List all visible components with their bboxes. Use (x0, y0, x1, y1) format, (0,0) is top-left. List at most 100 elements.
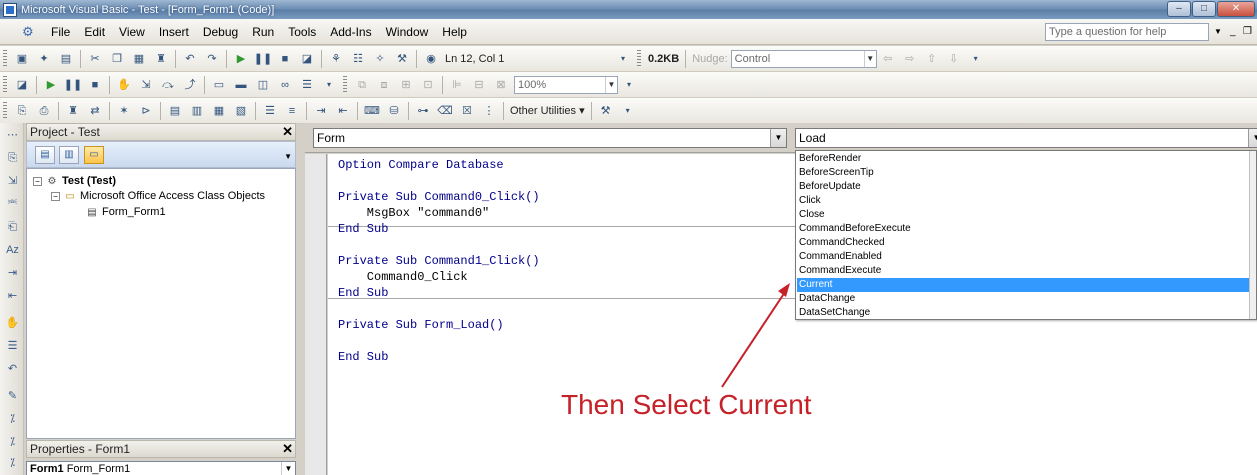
toolbar-grip[interactable] (637, 49, 641, 68)
report-icon[interactable]: ▥ (188, 102, 206, 120)
module-icon[interactable]: ▦ (210, 102, 228, 120)
copy-icon[interactable]: ❐ (108, 50, 126, 68)
zoom-combo[interactable]: 100% ▼ (514, 75, 618, 94)
view-object-icon[interactable]: ▥ (59, 146, 79, 164)
code-line[interactable]: Private Sub Form_Load() (338, 317, 504, 333)
nudge-up-icon[interactable]: ⇧ (923, 50, 941, 68)
procedure-combo[interactable]: Load ▼ (795, 128, 1257, 148)
nudge-down-icon[interactable]: ⇩ (945, 50, 963, 68)
close-button[interactable]: ✕ (1217, 1, 1255, 17)
toolbar-options-icon[interactable]: ▾ (620, 76, 638, 94)
menu-view[interactable]: View (112, 22, 152, 42)
menu-help[interactable]: Help (435, 22, 474, 42)
outdent-icon[interactable]: ⇤ (4, 288, 21, 305)
chevron-down-icon[interactable]: ▼ (1248, 129, 1257, 147)
properties-pane-close-icon[interactable]: ✕ (282, 441, 293, 457)
eraser-icon[interactable]: ⌫ (436, 102, 454, 120)
reset-code-icon[interactable]: ☒ (458, 102, 476, 120)
design-icon[interactable]: ◪ (13, 76, 31, 94)
chevron-down-icon[interactable]: ▼ (770, 129, 786, 147)
numbered-list-icon[interactable]: ≡ (283, 102, 301, 120)
menu-edit[interactable]: Edit (77, 22, 112, 42)
uncomment-block-icon[interactable]: ⇲ (4, 173, 21, 190)
toolbar-options-icon[interactable]: ▾ (614, 50, 632, 68)
tree-node-module[interactable]: ▤ Form_Form1 (85, 205, 165, 219)
project-explorer-icon[interactable]: ⚘ (327, 50, 345, 68)
tools-icon[interactable]: ⚒ (597, 102, 615, 120)
prev-bookmark-icon[interactable]: ⁒ (4, 434, 21, 451)
toolbar-grip[interactable] (3, 101, 7, 120)
procedure-list-item[interactable]: BeforeUpdate (797, 180, 1249, 194)
project-pane-close-icon[interactable]: ✕ (282, 124, 293, 140)
quick-watch-icon[interactable]: ∞ (276, 76, 294, 94)
magic-wand-icon[interactable]: ✶ (115, 102, 133, 120)
run-icon[interactable]: ▶ (42, 76, 60, 94)
align-lefts-icon[interactable]: ⊫ (448, 76, 466, 94)
mdi-minimize-button[interactable]: _ (1230, 23, 1236, 41)
view-access-icon[interactable]: ▣ (13, 50, 31, 68)
clear-bookmarks-icon[interactable]: ⁒ (4, 455, 21, 472)
collapse-icon[interactable]: − (33, 176, 42, 186)
step-over-icon[interactable]: ⤼ (159, 76, 177, 94)
chevron-down-icon[interactable]: ▼ (284, 152, 292, 161)
code-line[interactable]: Private Sub Command1_Click() (338, 253, 540, 269)
tree-node-folder[interactable]: − ▭ Microsoft Office Access Class Object… (51, 189, 265, 203)
help-dropdown-icon[interactable]: ▼ (1211, 23, 1225, 41)
code-line[interactable]: End Sub (338, 349, 388, 365)
nudge-left-icon[interactable]: ⇦ (879, 50, 897, 68)
watch-window-icon[interactable]: ◫ (254, 76, 272, 94)
toolbar-options-icon[interactable]: ▾ (619, 102, 637, 120)
cut-icon[interactable]: ✂ (86, 50, 104, 68)
align-2-icon[interactable]: ⧈ (375, 76, 393, 94)
grip-icon[interactable]: ⋯ (4, 127, 21, 144)
print-icon[interactable]: ⎙ (35, 102, 53, 120)
save-icon[interactable]: ▤ (57, 50, 75, 68)
code-line[interactable]: Command0_Click (338, 269, 468, 285)
code-line[interactable]: End Sub (338, 221, 388, 237)
redo-icon[interactable]: ↷ (203, 50, 221, 68)
undo-icon[interactable]: ↶ (181, 50, 199, 68)
network-icon[interactable]: ⊶ (414, 102, 432, 120)
break-icon[interactable]: ❚❚ (64, 76, 82, 94)
indent-icon[interactable]: ⇥ (312, 102, 330, 120)
design-mode-icon[interactable]: ◪ (298, 50, 316, 68)
database-icon[interactable]: ⛁ (385, 102, 403, 120)
toggle-folders-icon[interactable]: ▭ (84, 146, 104, 164)
insert-module-icon[interactable]: ✦ (35, 50, 53, 68)
list-scrollbar[interactable] (1249, 151, 1256, 319)
menu-debug[interactable]: Debug (196, 22, 245, 42)
procedure-list-item[interactable]: DataSetChange (797, 306, 1249, 320)
immediate-window-icon[interactable]: ▬ (232, 76, 250, 94)
menu-run[interactable]: Run (245, 22, 281, 42)
procedure-list-item[interactable]: CommandEnabled (797, 250, 1249, 264)
call-stack-icon[interactable]: ☰ (298, 76, 316, 94)
bullet-list-icon[interactable]: ☰ (261, 102, 279, 120)
toolbar-options-icon[interactable]: ▾ (320, 76, 338, 94)
size-icon[interactable]: ⊡ (419, 76, 437, 94)
tag-icon[interactable]: ⎗ (4, 219, 21, 236)
procedure-list-item[interactable]: Click (797, 194, 1249, 208)
code-line[interactable]: MsgBox "command0" (338, 205, 489, 221)
procedure-list-item[interactable]: CommandBeforeExecute (797, 222, 1249, 236)
toolbar-grip[interactable] (343, 75, 347, 94)
menu-insert[interactable]: Insert (152, 22, 196, 42)
minimize-button[interactable]: – (1167, 1, 1191, 17)
object-browser-icon[interactable]: ✧ (371, 50, 389, 68)
procedure-list-item[interactable]: Current (797, 278, 1249, 292)
toolbar-grip[interactable] (3, 49, 7, 68)
outdent-icon[interactable]: ⇤ (334, 102, 352, 120)
code-margin[interactable] (305, 154, 327, 475)
tree-node-project[interactable]: − ⚙ Test (Test) (33, 174, 116, 188)
code-line[interactable]: Option Compare Database (338, 157, 504, 173)
group-icon[interactable]: ⊟ (470, 76, 488, 94)
comment-icon[interactable]: ☰ (4, 338, 21, 355)
step-out-icon[interactable]: ⤴ (181, 76, 199, 94)
procedure-list-item[interactable]: DataChange (797, 292, 1249, 306)
nudge-combo[interactable]: Control ▼ (730, 49, 877, 68)
insert-icon[interactable]: ⎃ (4, 196, 21, 213)
collapse-icon[interactable]: − (51, 191, 60, 201)
nudge-right-icon[interactable]: ⇨ (901, 50, 919, 68)
class-icon[interactable]: ▧ (232, 102, 250, 120)
code-line[interactable]: End Sub (338, 285, 388, 301)
order-icon[interactable]: ⊠ (492, 76, 510, 94)
